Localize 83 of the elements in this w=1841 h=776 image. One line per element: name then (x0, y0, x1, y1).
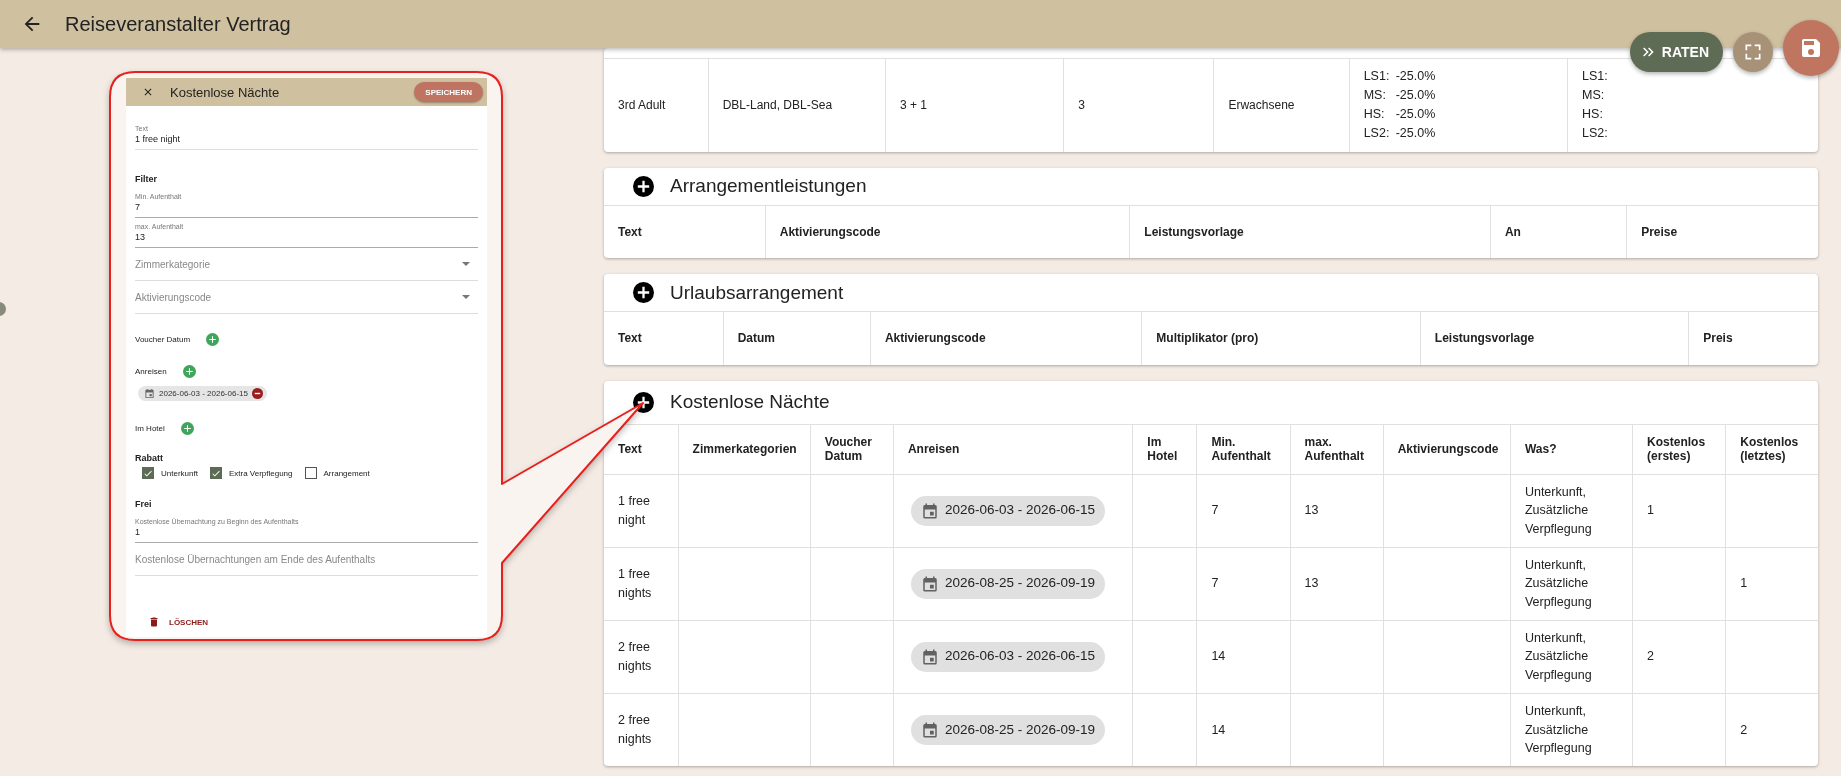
table-cell: 7 (1211, 503, 1219, 518)
calendar-icon (920, 501, 939, 520)
column-header: Anreisen (893, 424, 1133, 474)
add-icon[interactable] (633, 282, 654, 303)
dialog-title: Kostenlose Nächte (170, 84, 281, 100)
column-header: Was? (1510, 424, 1633, 474)
table-cell: 14 (1211, 649, 1226, 664)
date-chip[interactable]: 2026-06-03 - 2026-06-15 (910, 641, 1106, 672)
table-cell: 3rd Adult (604, 58, 709, 152)
table-cell: 2 (1647, 649, 1655, 664)
calendar-icon (920, 574, 939, 593)
save-button[interactable]: SPEICHERN (414, 82, 483, 102)
date-chip[interactable]: 2026-06-03 - 2026-06-15 (910, 495, 1106, 526)
table-cell: Erwachsene (1213, 58, 1350, 152)
table-cell: 14 (1211, 722, 1226, 737)
section-title: Arrangementleistungen (670, 175, 867, 197)
column-header: Text (604, 424, 679, 474)
table-cell: 1 (1647, 503, 1655, 518)
calendar-icon (920, 647, 939, 666)
column-header: Multiplikator (pro) (1141, 311, 1421, 365)
input-field[interactable]: Kostenlose Übernachtungen am Ende des Aufenthalts (135, 543, 478, 576)
add-icon[interactable] (633, 175, 654, 197)
table-cell: Unterkunft, Zusätzliche Verpflegung (1524, 484, 1592, 536)
table-cell: 2 free nights (618, 640, 652, 673)
column-header: Preise (1626, 205, 1818, 258)
column-header: Text (604, 311, 724, 365)
table-cell: Unterkunft, Zusätzliche Verpflegung (1524, 630, 1592, 682)
table-cell: 13 (1304, 503, 1319, 518)
section-heading: Rabatt (135, 453, 164, 463)
column-header: Leistungsvorlage (1129, 205, 1491, 258)
column-header: Aktivierungscode (1383, 424, 1511, 474)
column-header: Im Hotel (1132, 424, 1197, 474)
column-header: Kostenlos (erstes) (1632, 424, 1726, 474)
column-header: Kostenlos (letztes) (1725, 424, 1818, 474)
calendar-icon (920, 720, 939, 739)
column-header: Aktivierungscode (765, 205, 1130, 258)
column-header: Leistungsvorlage (1420, 311, 1689, 365)
table-cell: DBL-Land, DBL-Sea (708, 58, 886, 152)
column-header: Zimmerkategorien (678, 424, 811, 474)
section-title: Kostenlose Nächte (670, 391, 830, 413)
table-cell: 13 (1304, 576, 1319, 591)
section-heading: Frei (135, 499, 153, 509)
table-cell: 7 (1211, 576, 1219, 591)
date-chip[interactable]: 2026-08-25 - 2026-09-19 (910, 568, 1106, 599)
add-icon[interactable] (633, 391, 654, 413)
page-title: Reiseveranstalter Vertrag (65, 12, 291, 36)
column-header: Aktivierungscode (870, 311, 1142, 365)
table-cell: LS1: -25.0% MS: -25.0% HS: -25.0% LS2: -25.0% (1349, 58, 1568, 152)
table-cell: Unterkunft, Zusätzliche Verpflegung (1524, 704, 1592, 755)
checkbox[interactable]: Arrangement (304, 467, 370, 479)
column-header: Min. Aufenthalt (1196, 424, 1291, 474)
table-cell: 3 + 1 (885, 58, 1064, 152)
column-header: Voucher Datum (810, 424, 894, 474)
column-header: Text (604, 205, 766, 258)
table-cell: 2 free nights (618, 713, 652, 746)
checkbox[interactable]: Unterkunft (142, 467, 198, 479)
checkbox[interactable]: Extra Verpflegung (209, 467, 293, 479)
table-cell: 1 free nights (618, 567, 652, 600)
delete-button[interactable]: LÖSCHEN (148, 616, 209, 628)
table-cell: 2 (1740, 722, 1748, 737)
select-field[interactable]: Zimmerkategorie (135, 248, 478, 281)
table-cell: 3 (1063, 58, 1214, 152)
calendar-icon (144, 388, 155, 399)
column-header: max. Aufenthalt (1290, 424, 1384, 474)
dropdown-caret-icon (462, 262, 470, 266)
date-chip[interactable]: 2026-06-03 - 2026-06-15 (138, 386, 267, 401)
trash-icon (148, 616, 160, 628)
field-label: Im Hotel (135, 424, 165, 433)
date-chip[interactable]: 2026-08-25 - 2026-09-19 (910, 714, 1106, 745)
remove-icon[interactable] (251, 388, 263, 399)
section-heading: Filter (135, 174, 158, 184)
table-cell: 1 free night (618, 494, 650, 527)
column-header: Datum (723, 311, 871, 365)
dropdown-caret-icon (462, 295, 470, 299)
table-cell: 1 (1740, 576, 1748, 591)
table-cell: Unterkunft, Zusätzliche Verpflegung (1524, 557, 1592, 609)
field-label: Anreisen (135, 367, 167, 376)
field-label: Voucher Datum (135, 335, 191, 344)
section-title: Urlaubsarrangement (670, 281, 844, 304)
select-field[interactable]: Aktivierungscode (135, 281, 478, 314)
column-header: Preis (1688, 311, 1818, 365)
column-header: An (1490, 205, 1627, 258)
close-icon[interactable] (142, 86, 154, 98)
